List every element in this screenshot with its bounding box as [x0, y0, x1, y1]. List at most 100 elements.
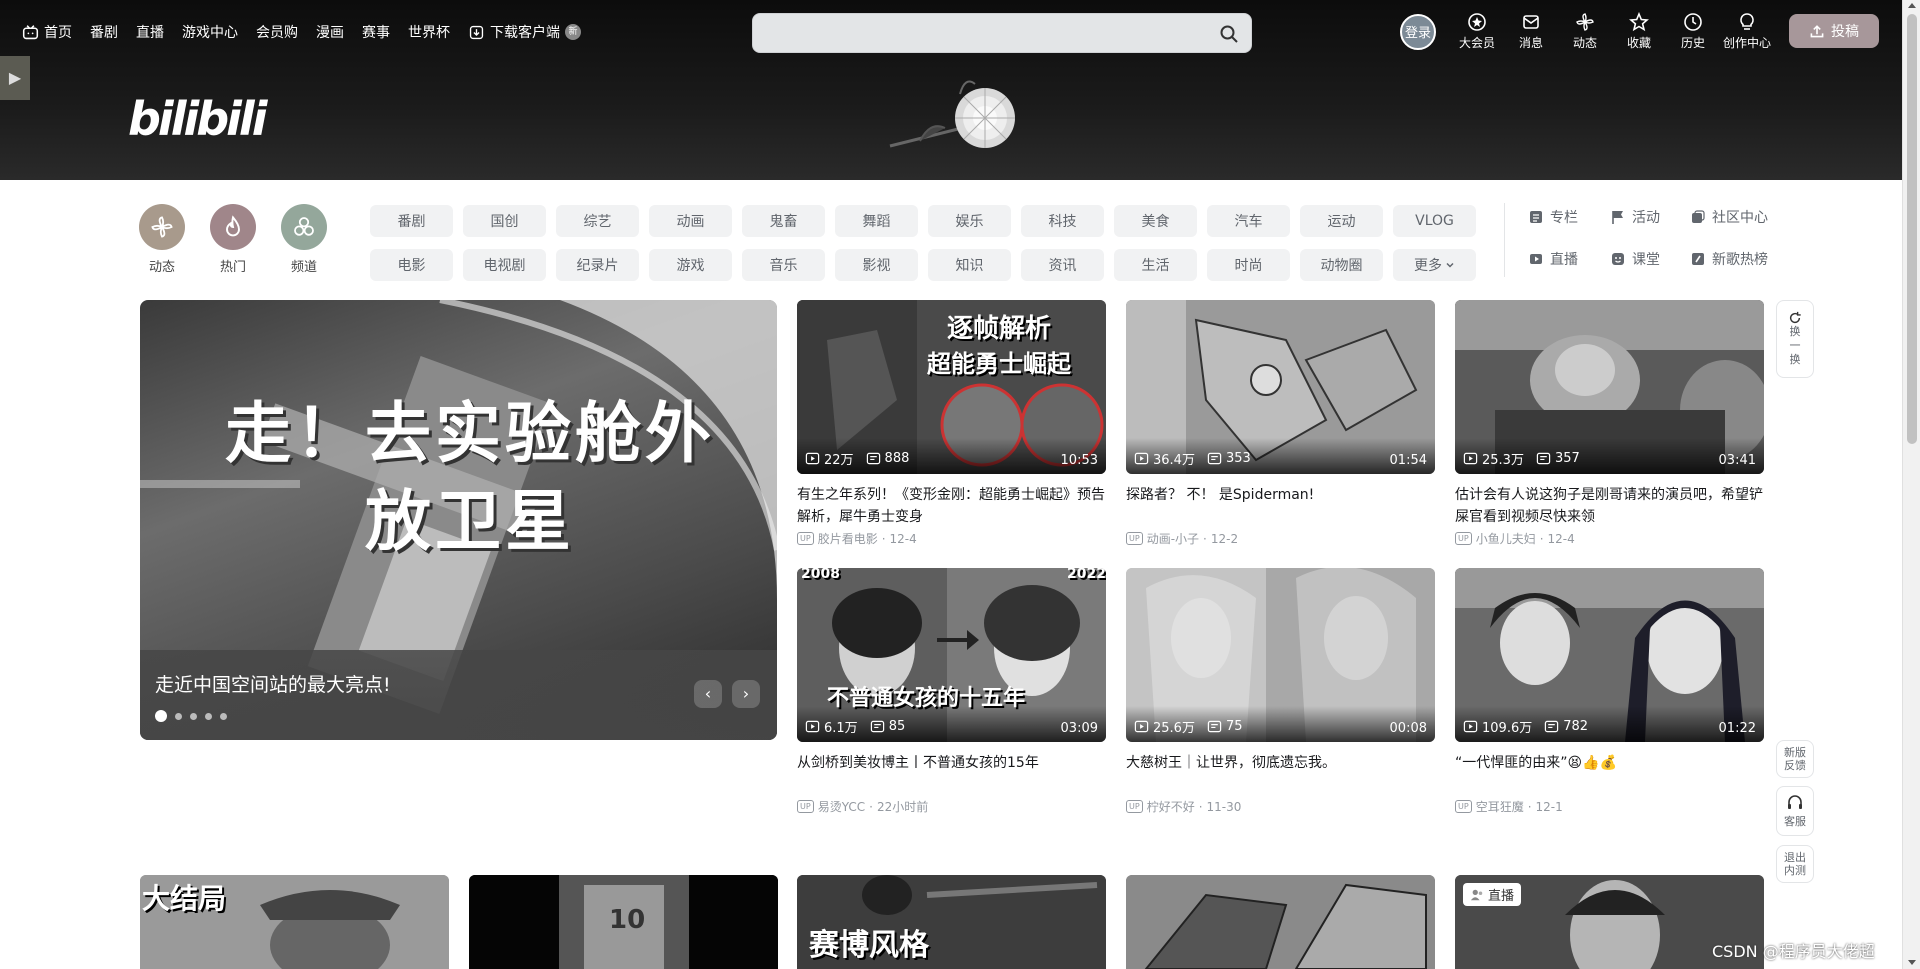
carousel-dot[interactable] [205, 712, 212, 720]
search-input[interactable] [753, 14, 1193, 52]
video-card[interactable]: 25.6万 75 00:08 大慈树王｜让世界，彻底遗忘我。 UP 柠好不好 · 11… [1126, 568, 1435, 815]
category-tag[interactable]: 动画 [649, 205, 732, 237]
nav-match[interactable]: 赛事 [362, 22, 390, 42]
nav-favorites[interactable]: 收藏 [1612, 12, 1666, 51]
category-tag[interactable]: 国创 [463, 205, 546, 237]
video-meta[interactable]: UP 柠好不好 · 11-30 [1126, 798, 1435, 815]
category-tag[interactable]: 娱乐 [928, 205, 1011, 237]
video-card[interactable]: 25.3万 357 03:41 估计会有人说这狗子是刚哥请来的演员吧，希望铲屎官… [1455, 300, 1764, 547]
nav-manga[interactable]: 漫画 [316, 22, 344, 42]
category-tag[interactable]: 番剧 [370, 205, 453, 237]
video-card[interactable]: 36.4万 353 01:54 探路者？ 不！ 是Spiderman! UP 动画… [1126, 300, 1435, 547]
video-thumbnail[interactable]: 10 [469, 875, 778, 969]
video-card[interactable]: 赛博风格 [797, 875, 1106, 969]
category-tag[interactable]: 汽车 [1207, 205, 1290, 237]
video-title[interactable]: 大慈树王｜让世界，彻底遗忘我。 [1126, 752, 1435, 796]
channel-channels[interactable]: 频道 [280, 204, 328, 275]
nav-message[interactable]: 消息 [1504, 12, 1558, 51]
customer-service-button[interactable]: 客服 [1776, 786, 1814, 836]
carousel-next-button[interactable]: › [732, 680, 760, 708]
category-tag[interactable]: 音乐 [742, 249, 825, 281]
video-meta[interactable]: UP 动画-小子 · 12-2 [1126, 530, 1435, 547]
link-column[interactable]: 专栏 [1528, 206, 1610, 228]
nav-vip[interactable]: 大会员 [1450, 12, 1504, 51]
nav-game-center[interactable]: 游戏中心 [182, 22, 238, 42]
video-thumbnail[interactable] [1126, 875, 1435, 969]
category-tag[interactable]: 时尚 [1207, 249, 1290, 281]
video-thumbnail[interactable]: 大结局 [140, 875, 449, 969]
feedback-button[interactable]: 新版反馈 [1776, 740, 1814, 778]
video-thumbnail[interactable]: 25.6万 75 00:08 [1126, 568, 1435, 742]
video-title[interactable]: 有生之年系列！《变形金刚：超能勇士崛起》预告解析，犀牛勇士变身 [797, 484, 1106, 528]
search-icon[interactable] [1219, 24, 1239, 44]
category-tag[interactable]: 电影 [370, 249, 453, 281]
video-meta[interactable]: UP 胶片看电影 · 12-4 [797, 530, 1106, 547]
category-tag[interactable]: 科技 [1021, 205, 1104, 237]
search-box[interactable] [752, 13, 1252, 53]
category-tag[interactable]: 生活 [1114, 249, 1197, 281]
video-thumbnail[interactable]: 赛博风格 [797, 875, 1106, 969]
nav-home[interactable]: 首页 [22, 22, 72, 42]
link-class[interactable]: 课堂 [1610, 248, 1690, 270]
nav-live[interactable]: 直播 [136, 22, 164, 42]
login-avatar[interactable]: 登录 [1400, 13, 1436, 50]
video-thumbnail[interactable]: 36.4万 353 01:54 [1126, 300, 1435, 474]
video-title[interactable]: “一代悍匪的由来”😫👍💰 [1455, 752, 1764, 796]
video-thumbnail[interactable]: 逐帧解析 超能勇士崛起 22万 888 10:53 [797, 300, 1106, 474]
link-music-chart[interactable]: 新歌热榜 [1690, 248, 1800, 270]
video-card[interactable]: 109.6万 782 01:22 “一代悍匪的由来”😫👍💰 UP 空耳狂魔 · 12-… [1455, 568, 1764, 815]
video-title[interactable]: 探路者？ 不！ 是Spiderman! [1126, 484, 1435, 528]
nav-dynamic[interactable]: 动态 [1558, 12, 1612, 51]
scroll-down-arrow[interactable] [1908, 960, 1916, 965]
carousel-caption[interactable]: 走近中国空间站的最大亮点! [155, 670, 391, 697]
video-title[interactable]: 估计会有人说这狗子是刚哥请来的演员吧，希望铲屎官看到视频尽快来领 [1455, 484, 1764, 528]
upload-button[interactable]: 投稿 [1789, 14, 1879, 48]
category-more-button[interactable]: 更多 [1393, 249, 1476, 281]
video-card[interactable]: 逐帧解析 超能勇士崛起 22万 888 10:53 有生之年系列！《变形金刚：超… [797, 300, 1106, 547]
category-tag[interactable]: VLOG [1393, 205, 1476, 237]
carousel-prev-button[interactable]: ‹ [694, 680, 722, 708]
video-thumbnail[interactable]: 109.6万 782 01:22 [1455, 568, 1764, 742]
nav-bangumi[interactable]: 番剧 [90, 22, 118, 42]
video-meta[interactable]: UP 小鱼儿夫妇 · 12-4 [1455, 530, 1764, 547]
video-title[interactable]: 从剑桥到美妆博主丨不普通女孩的15年 [797, 752, 1106, 796]
hero-carousel[interactable]: 走！去实验舱外 放卫星 走近中国空间站的最大亮点! ‹ › [140, 300, 777, 740]
link-community[interactable]: 社区中心 [1690, 206, 1800, 228]
video-card[interactable]: 大结局 [140, 875, 449, 969]
channel-dynamic[interactable]: 动态 [138, 204, 186, 275]
video-thumbnail[interactable]: 25.3万 357 03:41 [1455, 300, 1764, 474]
category-tag[interactable]: 知识 [928, 249, 1011, 281]
exit-beta-button[interactable]: 退出内测 [1776, 845, 1814, 883]
video-card[interactable]: 10 [469, 875, 778, 969]
category-tag[interactable]: 影视 [835, 249, 918, 281]
video-card[interactable]: 2008 2022 不普通女孩的十五年 6.1万 85 03:09 从剑桥到美妆… [797, 568, 1106, 815]
category-tag[interactable]: 运动 [1300, 205, 1383, 237]
category-tag[interactable]: 美食 [1114, 205, 1197, 237]
category-tag[interactable]: 综艺 [556, 205, 639, 237]
category-tag[interactable]: 鬼畜 [742, 205, 825, 237]
link-live[interactable]: 直播 [1528, 248, 1610, 270]
scrollbar[interactable] [1902, 0, 1920, 969]
category-tag[interactable]: 纪录片 [556, 249, 639, 281]
video-meta[interactable]: UP 空耳狂魔 · 12-1 [1455, 798, 1764, 815]
nav-history[interactable]: 历史 [1666, 12, 1720, 51]
carousel-dot-active[interactable] [155, 710, 167, 722]
carousel-dot[interactable] [190, 712, 197, 720]
category-tag[interactable]: 游戏 [649, 249, 732, 281]
nav-download[interactable]: 下载客户端 新 [468, 22, 581, 42]
nav-mall[interactable]: 会员购 [256, 22, 298, 42]
category-tag[interactable]: 电视剧 [463, 249, 546, 281]
category-tag[interactable]: 动物圈 [1300, 249, 1383, 281]
refresh-button[interactable]: 换一换 [1776, 300, 1814, 378]
video-thumbnail[interactable]: 2008 2022 不普通女孩的十五年 6.1万 85 03:09 [797, 568, 1106, 742]
channel-hot[interactable]: 热门 [209, 204, 257, 275]
video-card[interactable] [1126, 875, 1435, 969]
video-meta[interactable]: UP 易烫YCC · 22小时前 [797, 798, 1106, 815]
carousel-dot[interactable] [175, 712, 182, 720]
scrollbar-thumb[interactable] [1907, 14, 1917, 444]
bilibili-logo[interactable]: bilibili [128, 92, 267, 146]
nav-creator[interactable]: 创作中心 [1720, 12, 1774, 51]
category-tag[interactable]: 舞蹈 [835, 205, 918, 237]
scroll-up-arrow[interactable] [1908, 3, 1916, 8]
nav-worldcup[interactable]: 世界杯 [408, 22, 450, 42]
